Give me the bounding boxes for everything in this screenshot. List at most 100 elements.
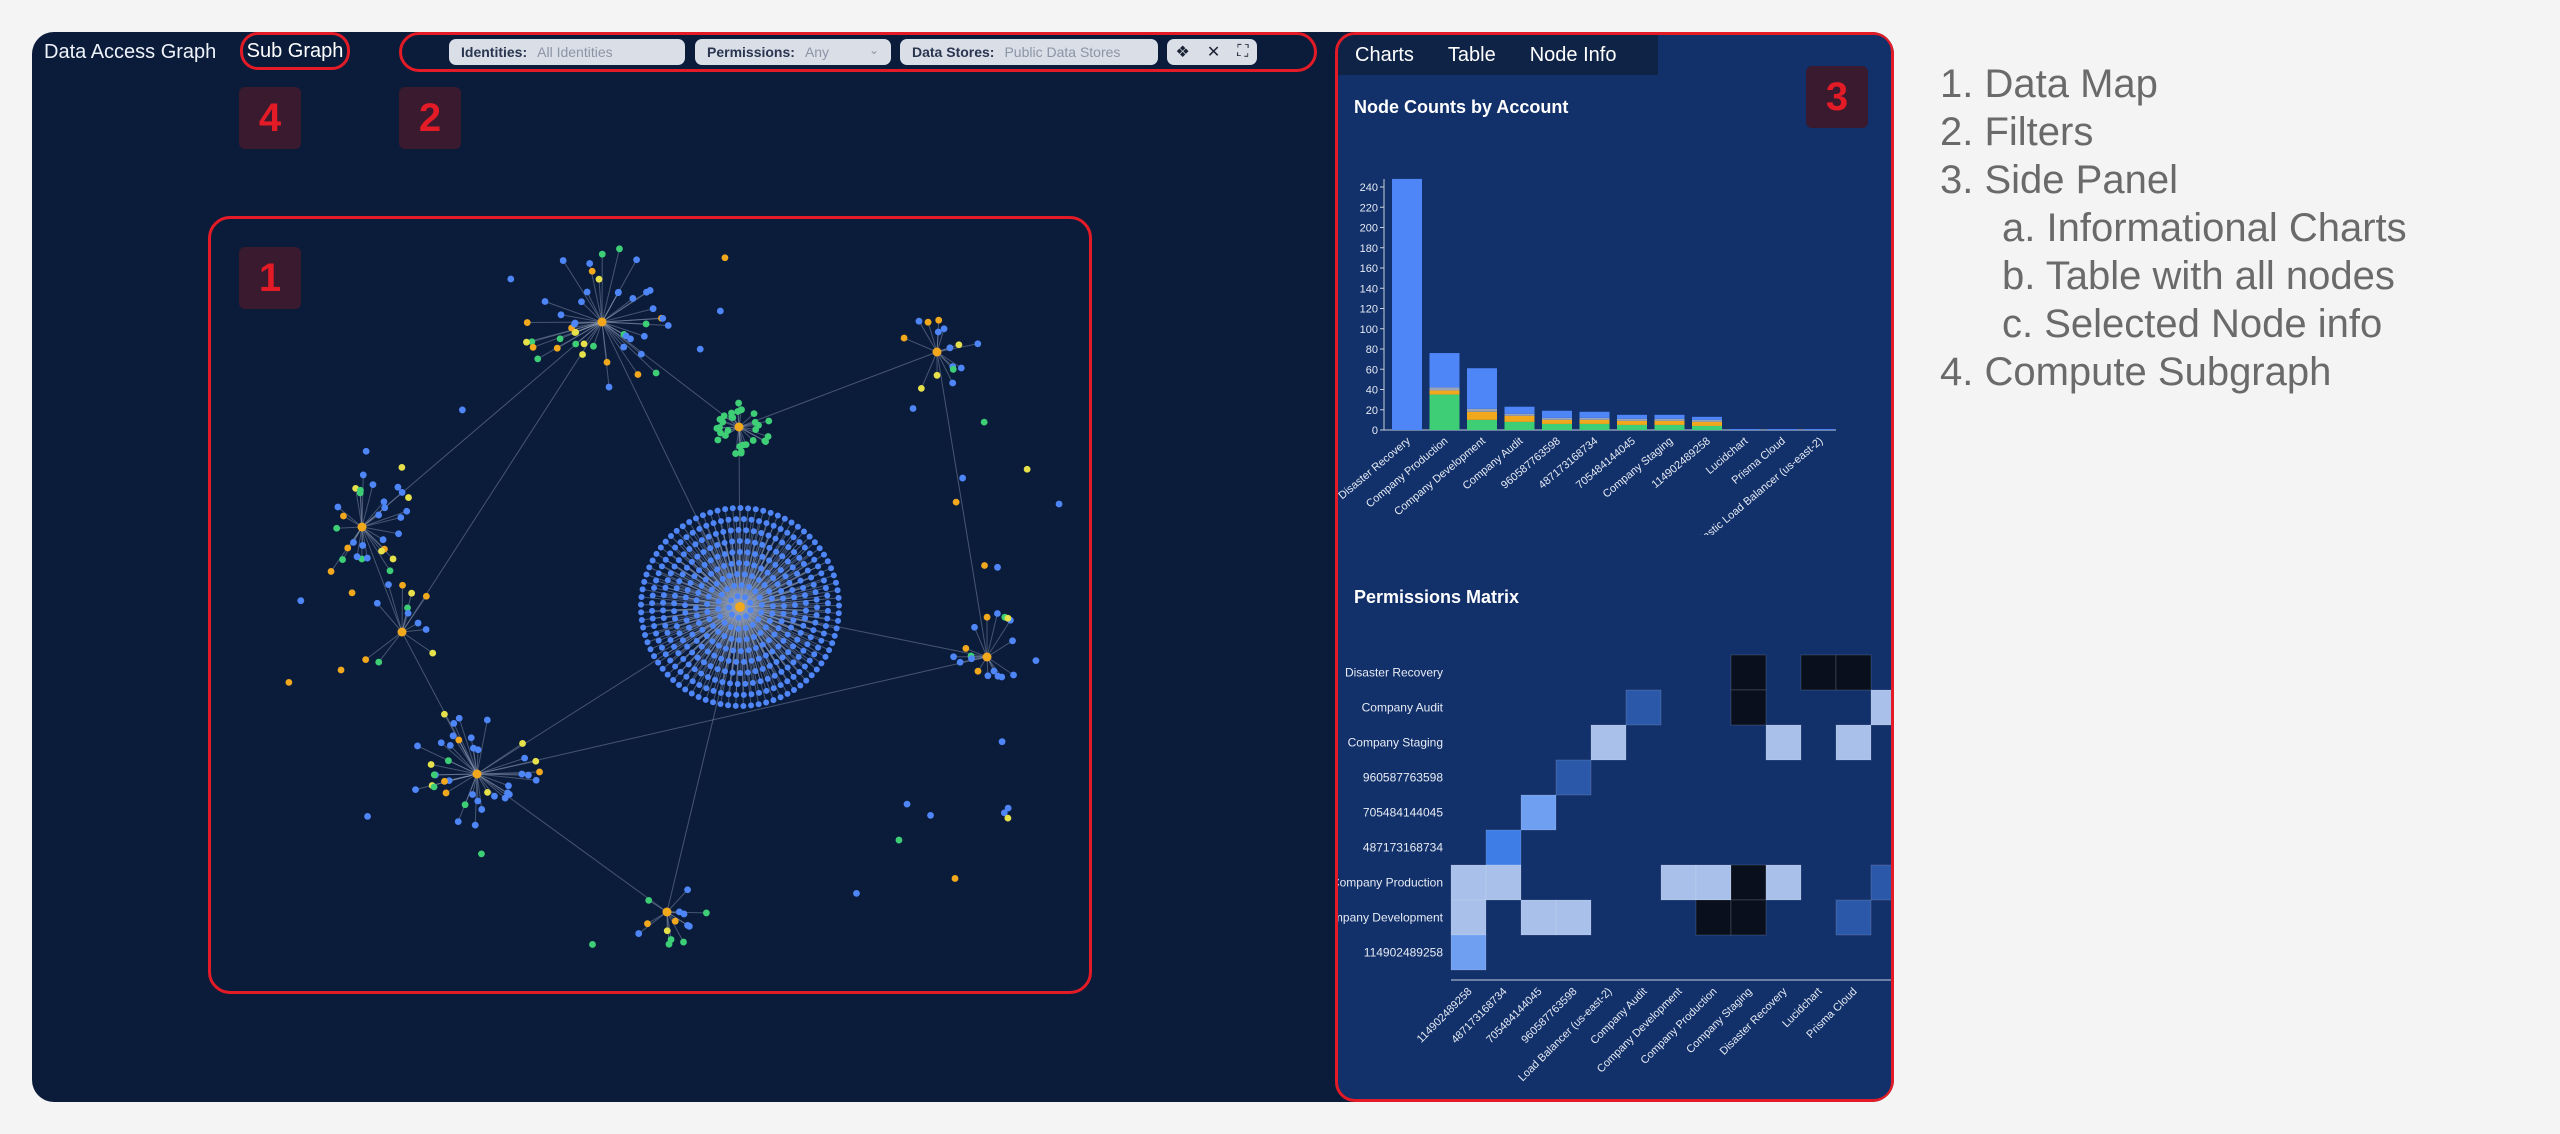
badge-4: 4 — [239, 87, 301, 149]
legend-item: 4. Compute Subgraph — [1940, 350, 2332, 394]
y-tick-label: 240 — [1360, 182, 1378, 194]
matrix-cell — [1870, 689, 1891, 726]
matrix-cell — [1555, 759, 1592, 796]
matrix-cell — [1450, 864, 1487, 901]
matrix-row-label: 960587763598 — [1363, 771, 1443, 785]
matrix-cell — [1660, 864, 1697, 901]
y-tick-label: 140 — [1360, 283, 1378, 295]
matrix-cell — [1730, 864, 1767, 901]
tab-node-info[interactable]: Node Info — [1513, 35, 1634, 75]
matrix-cell — [1485, 829, 1522, 866]
bar-segment — [1692, 421, 1722, 426]
bar-segment — [1654, 414, 1685, 419]
legend-item: 1. Data Map — [1940, 62, 2158, 106]
data-access-graph-app: Data Access Graph Sub Graph Identities: … — [32, 32, 1894, 1102]
legend-item: 2. Filters — [1940, 110, 2094, 154]
legend-item: 3. Side Panel — [1940, 158, 2178, 202]
bar-segment — [1429, 390, 1460, 395]
matrix-cell — [1730, 689, 1767, 726]
x-tick-label: Company Staging — [1601, 435, 1676, 500]
matrix-cell — [1625, 689, 1662, 726]
filter-label: Data Stores: — [912, 44, 995, 60]
matrix-cell — [1835, 724, 1872, 761]
permissions-matrix: Disaster Recovery Company Audit Company St… — [1338, 654, 1891, 1084]
matrix-cell — [1695, 899, 1732, 936]
matrix-col-label: Company Staging — [1684, 986, 1754, 1056]
side-panel: Charts Table Node Info 3 Node Counts by … — [1335, 32, 1894, 1102]
bar-segment — [1654, 424, 1685, 430]
chevron-down-icon: ⌄ — [868, 43, 879, 57]
bar-segment — [1504, 421, 1535, 430]
y-tick-label: 0 — [1372, 425, 1378, 437]
bar-segment — [1429, 387, 1460, 391]
matrix-cell — [1765, 864, 1802, 901]
legend-subitem: c. Selected Node info — [2002, 302, 2383, 346]
bar-segment — [1429, 353, 1460, 388]
bar-segment — [1504, 415, 1535, 422]
locate-icon[interactable]: ❖ — [1176, 42, 1190, 62]
matrix-title: Permissions Matrix — [1354, 587, 1520, 607]
bar-segment — [1617, 420, 1647, 425]
subgraph-button[interactable]: Sub Graph — [240, 32, 350, 70]
matrix-row-label: Company Development — [1338, 911, 1444, 925]
identities-filter[interactable]: Identities: All Identities — [449, 39, 685, 65]
matrix-row-label: 487173168734 — [1363, 841, 1443, 855]
node-counts-chart: 020406080100120140160180200220240Disaste… — [1338, 178, 1836, 535]
bar-segment — [1617, 418, 1647, 421]
matrix-row-label: Company Audit — [1362, 701, 1444, 715]
bar-segment — [1767, 428, 1797, 430]
bar-segment — [1617, 424, 1647, 430]
matrix-cell — [1485, 864, 1522, 901]
matrix-cell — [1555, 899, 1592, 936]
permissions-filter[interactable]: Permissions: Any ⌄ — [695, 39, 891, 65]
filter-value: Public Data Stores — [1004, 44, 1121, 60]
bar-segment — [1542, 417, 1572, 420]
matrix-row-label: Company Staging — [1348, 736, 1443, 750]
data-stores-filter[interactable]: Data Stores: Public Data Stores — [900, 39, 1158, 65]
bar-segment — [1579, 423, 1610, 430]
bar-segment — [1392, 178, 1422, 430]
matrix-cell — [1590, 724, 1627, 761]
bar-segment — [1804, 428, 1835, 430]
filter-value: All Identities — [537, 44, 613, 60]
bar-segment — [1467, 408, 1497, 412]
bar-segment — [1579, 411, 1610, 418]
bar-chart-title: Node Counts by Account — [1354, 97, 1569, 117]
legend-list: 1. Data Map 2. Filters 3. Side Panel a. … — [1940, 60, 2407, 396]
panel-tabs: Charts Table Node Info — [1338, 35, 1658, 75]
badge-2: 2 — [399, 87, 461, 149]
matrix-row-label: 705484144045 — [1363, 806, 1443, 820]
bar-segment — [1692, 425, 1722, 430]
matrix-cell — [1800, 654, 1837, 691]
bar-segment — [1542, 423, 1572, 430]
filter-label: Identities: — [461, 44, 528, 60]
bar-segment — [1429, 394, 1460, 430]
bar-segment — [1692, 419, 1722, 422]
matrix-cell — [1765, 724, 1802, 761]
bar-segment — [1692, 416, 1722, 420]
y-tick-label: 180 — [1360, 243, 1378, 255]
close-icon[interactable]: ✕ — [1207, 42, 1220, 62]
fullscreen-icon[interactable]: ⛶ — [1237, 43, 1248, 61]
y-tick-label: 120 — [1360, 304, 1378, 316]
legend-subitem: b. Table with all nodes — [2002, 254, 2395, 298]
tab-table[interactable]: Table — [1431, 35, 1513, 75]
filter-value: Any — [804, 44, 830, 60]
matrix-cell — [1730, 654, 1767, 691]
y-tick-label: 100 — [1360, 324, 1378, 336]
graph-toolbar: ❖ ✕ ⛶ — [1167, 39, 1257, 65]
matrix-cell — [1835, 899, 1872, 936]
bar-segment — [1579, 417, 1610, 420]
bar-segment — [1542, 410, 1572, 418]
tab-charts[interactable]: Charts — [1338, 35, 1431, 75]
matrix-cell — [1835, 654, 1872, 691]
y-tick-label: 200 — [1360, 223, 1378, 235]
y-tick-label: 220 — [1360, 202, 1378, 214]
bar-segment — [1504, 406, 1535, 414]
bar-segment — [1467, 411, 1497, 420]
bar-segment — [1617, 414, 1647, 419]
bar-segment — [1467, 368, 1497, 409]
matrix-row-label: Company Production — [1338, 876, 1443, 890]
data-map-highlight — [208, 216, 1092, 994]
y-tick-label: 160 — [1360, 263, 1378, 275]
